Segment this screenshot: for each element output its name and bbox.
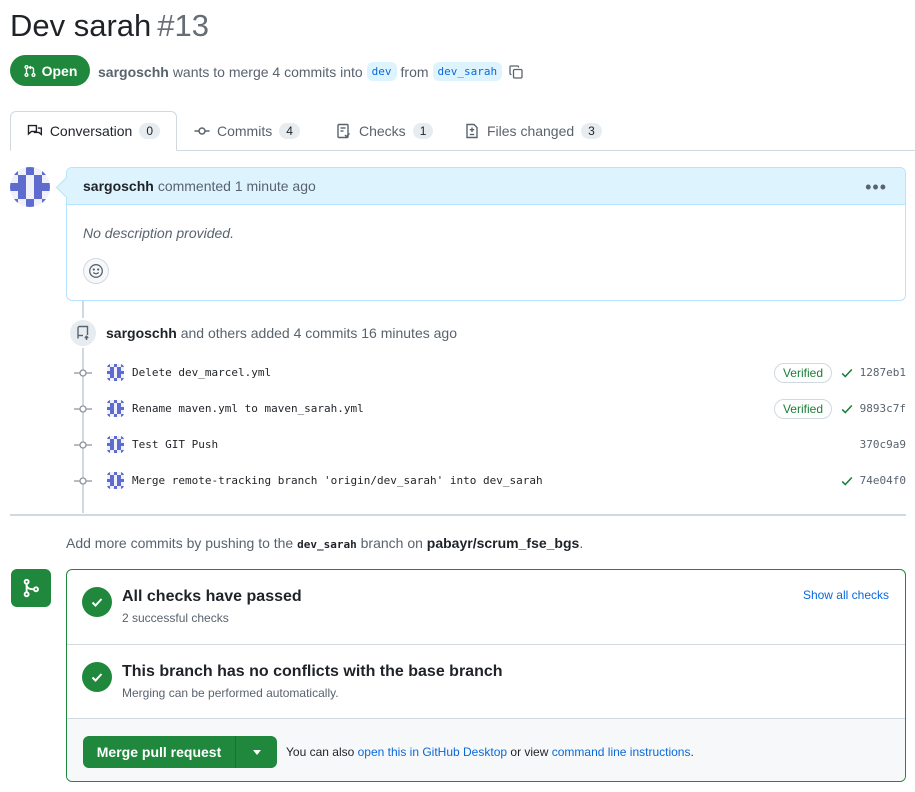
tab-checks[interactable]: Checks 1 [336, 111, 434, 151]
commit-sha-link[interactable]: 370c9a9 [860, 438, 906, 451]
commit-author-avatar[interactable] [107, 364, 124, 381]
conflicts-section: This branch has no conflicts with the ba… [67, 645, 905, 718]
checklist-icon [337, 123, 350, 139]
commit-message-link[interactable]: Rename maven.yml to maven_sarah.yml [132, 402, 364, 415]
file-diff-icon [466, 123, 478, 139]
merge-pull-request-button[interactable]: Merge pull request [83, 736, 236, 768]
open-in-desktop-link[interactable]: open this in GitHub Desktop [358, 745, 507, 759]
check-icon[interactable] [840, 366, 854, 380]
tab-files-changed[interactable]: Files changed 3 [464, 111, 602, 151]
pr-action-text: wants to merge 4 commits into [172, 63, 363, 80]
pull-request-icon [24, 64, 36, 77]
show-all-checks-link[interactable]: Show all checks [803, 588, 889, 602]
checks-title: All checks have passed [122, 588, 302, 605]
git-merge-icon [11, 569, 51, 607]
add-reaction-button[interactable] [83, 258, 109, 284]
verified-badge[interactable]: Verified [773, 399, 832, 419]
pr-title: Dev sarah [10, 8, 152, 43]
pr-state-badge: Open [10, 55, 90, 86]
smiley-icon [89, 264, 103, 278]
add-more-branch: dev_sarah [297, 538, 357, 551]
commit-row: Rename maven.yml to maven_sarah.yml Verif… [74, 397, 906, 421]
repo-link[interactable]: pabayr/scrum_fse_bgs [427, 535, 580, 551]
timeline-end-divider [10, 514, 906, 516]
comment-action: commented 1 minute ago [157, 178, 316, 194]
merge-button-group: Merge pull request [83, 736, 277, 768]
commit-sha-link[interactable]: 9893c7f [860, 402, 906, 415]
commit-sha-link[interactable]: 1287eb1 [860, 366, 906, 379]
commit-node-icon [74, 441, 92, 449]
checks-subtitle: 2 successful checks [122, 611, 229, 625]
check-icon[interactable] [840, 474, 854, 488]
pr-subline: sargoschh wants to merge 4 commits into … [98, 62, 524, 81]
add-more-suffix: . [579, 535, 584, 551]
pr-state-label: Open [41, 62, 78, 79]
conflicts-title: This branch has no conflicts with the ba… [122, 663, 503, 680]
commit-author-avatar[interactable] [107, 472, 124, 489]
merge-footer-text: You can also open this in GitHub Desktop… [286, 745, 694, 759]
commit-message-link[interactable]: Merge remote-tracking branch 'origin/dev… [132, 474, 543, 487]
commit-message-link[interactable]: Test GIT Push [132, 438, 218, 451]
comment-box: sargoschh commented 1 minute ago ••• No … [66, 167, 906, 301]
pr-author-link[interactable]: sargoschh [98, 64, 169, 80]
from-text: from [400, 63, 429, 80]
check-circle-icon [82, 587, 112, 617]
comment-header: sargoschh commented 1 minute ago ••• [67, 168, 905, 205]
commits-event-author[interactable]: sargoschh [106, 325, 177, 341]
commit-sha-link[interactable]: 74e04f0 [860, 474, 906, 487]
conflicts-subtitle: Merging can be performed automatically. [122, 686, 339, 700]
command-line-instructions-link[interactable]: command line instructions [552, 745, 691, 759]
page-title: Dev sarah #13 [10, 8, 209, 44]
merge-box: All checks have passed 2 successful chec… [66, 569, 906, 782]
checks-section: All checks have passed 2 successful chec… [67, 570, 905, 644]
footer-middle: or view [510, 745, 549, 759]
repo-push-icon [68, 318, 98, 348]
tab-conversation[interactable]: Conversation 0 [10, 111, 177, 151]
comment-author[interactable]: sargoschh [83, 178, 154, 194]
commit-row: Test GIT Push 370c9a9 [74, 433, 906, 457]
pr-number: #13 [157, 8, 210, 43]
footer-suffix: . [690, 745, 694, 759]
tab-commits-label: Commits [217, 123, 273, 139]
tab-conversation-count: 0 [139, 123, 160, 139]
commit-message-link[interactable]: Delete dev_marcel.yml [132, 366, 271, 379]
commit-author-avatar[interactable] [107, 400, 124, 417]
tab-checks-count: 1 [412, 123, 434, 139]
chevron-down-icon [252, 749, 261, 755]
add-more-prefix: Add more commits by pushing to the [66, 535, 294, 551]
tab-commits-count: 4 [279, 123, 300, 139]
commit-row: Delete dev_marcel.yml Verified 1287eb1 [74, 361, 906, 385]
tab-files-changed-label: Files changed [487, 123, 575, 139]
verified-badge[interactable]: Verified [773, 363, 832, 383]
commit-author-avatar[interactable] [107, 436, 124, 453]
tab-commits[interactable]: Commits 4 [194, 111, 300, 151]
merge-options-dropdown[interactable] [236, 736, 277, 768]
add-more-commits-hint: Add more commits by pushing to the dev_s… [66, 535, 583, 551]
commits-event-text: sargoschh and others added 4 commits 16 … [106, 325, 457, 341]
commit-node-icon [74, 405, 92, 413]
base-branch[interactable]: dev [366, 62, 397, 81]
push-icon [77, 325, 89, 340]
commit-node-icon [74, 369, 92, 377]
commit-icon [194, 127, 210, 135]
check-icon[interactable] [840, 402, 854, 416]
kebab-menu-icon[interactable]: ••• [865, 177, 887, 198]
avatar[interactable] [10, 167, 50, 207]
conversation-icon [27, 124, 43, 136]
commit-row: Merge remote-tracking branch 'origin/dev… [74, 469, 906, 493]
head-branch[interactable]: dev_sarah [432, 62, 503, 81]
copy-icon[interactable] [508, 64, 524, 80]
tab-conversation-label: Conversation [49, 123, 133, 139]
tab-checks-label: Checks [359, 123, 406, 139]
add-more-middle: branch on [360, 535, 423, 551]
merge-footer: Merge pull request You can also open thi… [67, 718, 905, 781]
comment-body: No description provided. [83, 225, 234, 241]
commits-event-desc: and others added 4 commits 16 minutes ag… [180, 325, 457, 341]
footer-prefix: You can also [286, 745, 355, 759]
merge-branch-icon [23, 578, 39, 598]
check-circle-icon [82, 662, 112, 692]
commit-node-icon [74, 477, 92, 485]
tab-files-changed-count: 3 [581, 123, 602, 139]
